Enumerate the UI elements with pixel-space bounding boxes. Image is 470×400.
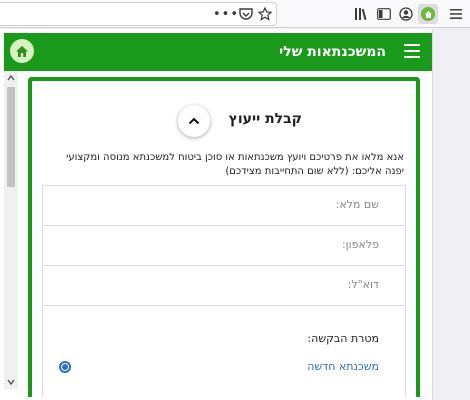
scrollbar[interactable] xyxy=(4,71,18,389)
phone-field[interactable]: פלאפון: xyxy=(43,226,405,266)
collapse-button[interactable] xyxy=(178,105,210,137)
scroll-down-icon[interactable] xyxy=(4,377,18,387)
email-label: דוא"ל: xyxy=(347,278,379,291)
request-purpose-label: מטרת הבקשה: xyxy=(307,332,379,345)
url-bar[interactable]: ••• xyxy=(0,2,277,26)
scrollbar-thumb[interactable] xyxy=(7,87,15,187)
scroll-up-icon[interactable] xyxy=(4,73,18,83)
card-title: קבלת ייעוץ xyxy=(228,111,302,127)
bookmark-star-icon[interactable] xyxy=(255,4,275,24)
sidebar-toggle-icon[interactable] xyxy=(374,4,394,24)
library-icon[interactable] xyxy=(352,4,372,24)
extension-icon[interactable] xyxy=(418,4,438,24)
radio-button[interactable] xyxy=(59,361,71,373)
account-icon[interactable] xyxy=(396,4,416,24)
menu-icon[interactable] xyxy=(446,4,466,24)
chevron-up-icon xyxy=(188,117,200,125)
home-icon xyxy=(16,45,28,57)
email-field[interactable]: דוא"ל: xyxy=(43,266,405,306)
home-button[interactable] xyxy=(10,39,34,63)
phone-label: פלאפון: xyxy=(341,238,379,251)
app-header: המשכנתאות שלי xyxy=(4,33,432,71)
full-name-field[interactable]: שם מלא: xyxy=(43,186,405,226)
consultation-form: שם מלא: פלאפון: דוא"ל: מטרת הבקשה: משכנת… xyxy=(42,185,406,397)
consultation-card: קבלת ייעוץ אנא מלאו את פרטיכם ויועץ משכנ… xyxy=(28,77,420,397)
hamburger-menu-icon[interactable] xyxy=(404,44,420,58)
radio-option-label: משכנתא חדשה xyxy=(307,360,379,373)
house-icon xyxy=(421,7,435,21)
browser-toolbar: ••• xyxy=(0,0,470,28)
pocket-icon[interactable] xyxy=(236,4,256,24)
page-title: המשכנתאות שלי xyxy=(279,44,386,60)
browser-right-gutter xyxy=(432,29,470,400)
radio-option-new-mortgage[interactable]: משכנתא חדשה xyxy=(43,356,405,380)
card-header: קבלת ייעוץ xyxy=(32,103,416,143)
full-name-label: שם מלא: xyxy=(335,198,379,211)
intro-text: אנא מלאו את פרטיכם ויועץ משכנתאות או סוכ… xyxy=(66,152,404,177)
more-icon[interactable]: ••• xyxy=(213,4,238,24)
